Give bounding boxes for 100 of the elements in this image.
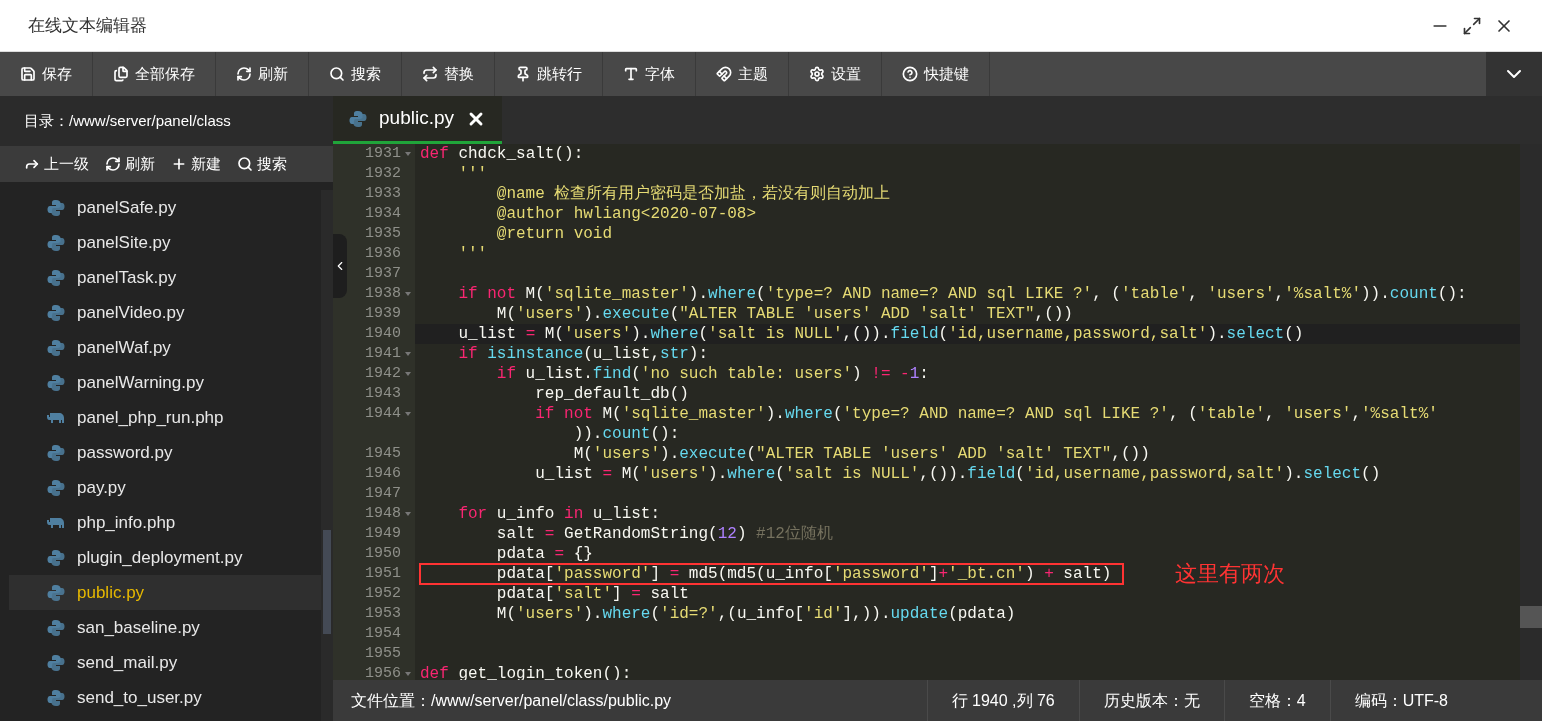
fold-icon[interactable] bbox=[405, 512, 411, 516]
line-number: 1939 bbox=[365, 304, 401, 324]
fold-icon[interactable] bbox=[405, 352, 411, 356]
python-file-icon bbox=[47, 548, 65, 567]
line-number: 1934 bbox=[365, 204, 401, 224]
file-item[interactable]: panelVideo.py bbox=[9, 295, 321, 330]
file-item[interactable]: panelSite.py bbox=[9, 225, 321, 260]
line-number: 1953 bbox=[365, 604, 401, 624]
file-item[interactable]: send_mail.py bbox=[9, 645, 321, 680]
code-line: ''' bbox=[457, 164, 488, 184]
line-number: 1951 bbox=[365, 564, 401, 584]
sidebar-toggle[interactable] bbox=[333, 234, 347, 298]
help-icon bbox=[902, 66, 918, 82]
fold-icon[interactable] bbox=[405, 292, 411, 296]
line-number: 1935 bbox=[365, 224, 401, 244]
file-tab[interactable]: public.py bbox=[333, 96, 502, 144]
code-line: )).count(): bbox=[572, 424, 680, 444]
code-line: if not M('sqlite_master').where('type=? AND name=? AND sql LIKE ?', ('table', 'users','%salt%')).count(): bbox=[457, 284, 1467, 304]
file-location: 文件位置：/www/server/panel/class/public.py bbox=[350, 690, 673, 711]
directory-path: 目录：/www/server/panel/class bbox=[24, 110, 231, 131]
sidebar-action[interactable]: 刷新 bbox=[105, 152, 155, 176]
line-number: 1949 bbox=[365, 524, 401, 544]
code-line: pdata['salt'] = salt bbox=[495, 584, 689, 604]
editor-scrollbar-thumb[interactable] bbox=[1520, 606, 1542, 628]
file-item[interactable]: panelWaf.py bbox=[9, 330, 321, 365]
python-file-icon bbox=[47, 688, 65, 707]
python-file-icon bbox=[349, 109, 367, 128]
file-item[interactable]: public.py bbox=[9, 575, 321, 610]
file-item[interactable]: pay.py bbox=[9, 470, 321, 505]
line-number: 1950 bbox=[365, 544, 401, 564]
line-number: 1948 bbox=[365, 504, 401, 524]
line-number: 1931 bbox=[365, 144, 401, 164]
elephant-icon bbox=[47, 515, 65, 530]
save-icon bbox=[20, 66, 36, 82]
code-line: def chdck_salt(): bbox=[420, 144, 584, 164]
sidebar-action[interactable]: 上一级 bbox=[24, 152, 89, 176]
file-item[interactable]: panelTask.py bbox=[9, 260, 321, 295]
file-item[interactable]: panel_php_run.php bbox=[9, 400, 321, 435]
python-file-icon bbox=[47, 583, 65, 602]
line-number: 1940 bbox=[365, 324, 401, 344]
code-line: @author hwliang<2020-07-08> bbox=[495, 204, 757, 224]
python-file-icon bbox=[47, 478, 65, 497]
code-line: pdata = {} bbox=[495, 544, 593, 564]
file-item[interactable]: san_baseline.py bbox=[9, 610, 321, 645]
files-icon bbox=[113, 66, 129, 82]
code-line: salt = GetRandomString(12) #12位随机 bbox=[495, 524, 833, 544]
sidebar-action[interactable]: 新建 bbox=[171, 152, 221, 176]
code-line: @name 检查所有用户密码是否加盐，若没有则自动加上 bbox=[495, 184, 891, 204]
python-file-icon bbox=[47, 618, 65, 637]
refresh-icon bbox=[105, 156, 121, 172]
code-line: if isinstance(u_list,str): bbox=[457, 344, 709, 364]
annotation: 这里有两次 bbox=[1175, 564, 1286, 584]
magnet-icon bbox=[716, 66, 732, 82]
fold-icon[interactable] bbox=[405, 372, 411, 376]
line-number: 1936 bbox=[365, 244, 401, 264]
code-line: M('users').execute("ALTER TABLE 'users' ADD 'salt' TEXT",()) bbox=[495, 304, 1073, 324]
search-icon bbox=[237, 156, 253, 172]
fold-icon[interactable] bbox=[405, 672, 411, 676]
line-number: 1932 bbox=[365, 164, 401, 184]
code-line: u_list = M('users').where('salt is NULL',()).field('id,username,password,salt').select() bbox=[534, 464, 1381, 484]
line-number: 1954 bbox=[365, 624, 401, 644]
sidebar-action[interactable]: 搜索 bbox=[237, 152, 287, 176]
line-number: 1942 bbox=[365, 364, 401, 384]
replace-icon bbox=[422, 66, 438, 82]
code-line: @return void bbox=[495, 224, 613, 244]
file-item[interactable]: panelWarning.py bbox=[9, 365, 321, 400]
file-item[interactable]: panelSafe.py bbox=[9, 190, 321, 225]
status-item: 行 1940 ,列 76 bbox=[926, 680, 1079, 721]
fold-icon[interactable] bbox=[405, 152, 411, 156]
python-file-icon bbox=[47, 303, 65, 322]
window-title: 在线文本编辑器 bbox=[28, 14, 147, 37]
status-item: 历史版本：无 bbox=[1078, 680, 1224, 721]
line-number: 1938 bbox=[365, 284, 401, 304]
line-number: 1946 bbox=[365, 464, 401, 484]
settings-icon bbox=[809, 66, 825, 82]
python-file-icon bbox=[47, 373, 65, 392]
python-file-icon bbox=[47, 198, 65, 217]
maximize-icon[interactable] bbox=[1462, 15, 1482, 36]
python-file-icon bbox=[47, 653, 65, 672]
python-file-icon bbox=[47, 268, 65, 287]
python-file-icon bbox=[47, 233, 65, 252]
line-number: 1943 bbox=[365, 384, 401, 404]
line-number: 1937 bbox=[365, 264, 401, 284]
scrollbar-thumb[interactable] bbox=[323, 530, 331, 634]
fold-icon[interactable] bbox=[405, 412, 411, 416]
file-item[interactable]: plugin_deployment.py bbox=[9, 540, 321, 575]
refresh-icon bbox=[236, 66, 252, 82]
code-line: rep_default_db() bbox=[534, 384, 689, 404]
python-file-icon bbox=[47, 338, 65, 357]
file-item[interactable]: send_to_user.py bbox=[9, 680, 321, 715]
line-number: 1933 bbox=[365, 184, 401, 204]
code-line: if not M('sqlite_master').where('type=? AND name=? AND sql LIKE ?', ('table', 'users','%salt%' bbox=[534, 404, 1438, 424]
line-number: 1944 bbox=[365, 404, 401, 424]
line-number: 1952 bbox=[365, 584, 401, 604]
python-file-icon bbox=[47, 443, 65, 462]
file-item[interactable]: password.py bbox=[9, 435, 321, 470]
font-icon bbox=[623, 66, 639, 82]
file-item[interactable]: php_info.php bbox=[9, 505, 321, 540]
line-number: 1947 bbox=[365, 484, 401, 504]
line-number: 1955 bbox=[365, 644, 401, 664]
